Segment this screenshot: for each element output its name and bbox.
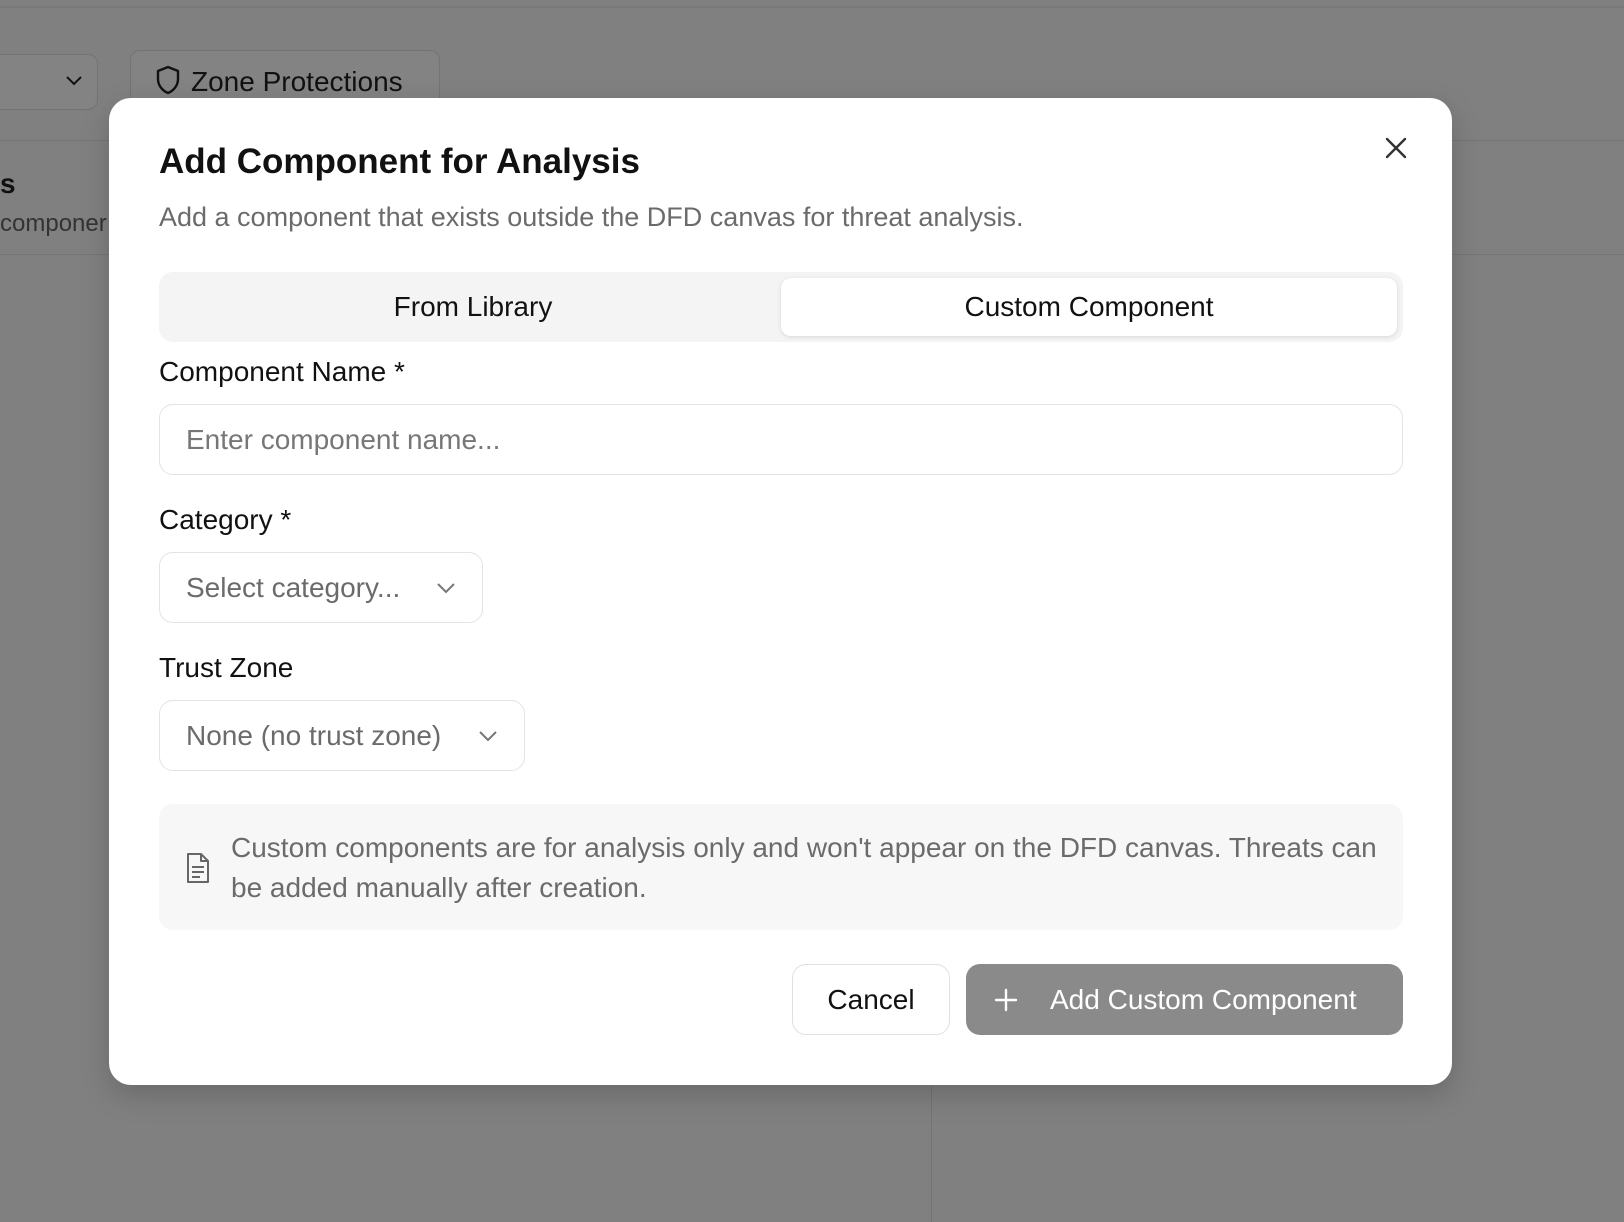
dialog-title: Add Component for Analysis bbox=[159, 142, 640, 181]
add-component-dialog: Add Component for Analysis Add a compone… bbox=[109, 98, 1452, 1085]
category-label: Category * bbox=[159, 504, 292, 535]
top-divider bbox=[0, 6, 1624, 8]
tab-from-library[interactable]: From Library bbox=[165, 278, 781, 336]
chevron-down-icon bbox=[66, 76, 82, 86]
chevron-down-icon bbox=[437, 582, 455, 593]
background-dropdown bbox=[0, 54, 98, 110]
background-heading: s bbox=[0, 168, 16, 199]
chevron-down-icon bbox=[479, 730, 497, 741]
dialog-subtitle: Add a component that exists outside the … bbox=[159, 202, 1024, 232]
plus-icon bbox=[994, 988, 1018, 1012]
tab-custom-component[interactable]: Custom Component bbox=[781, 278, 1397, 336]
info-text: Custom components are for analysis only … bbox=[231, 832, 1377, 903]
document-icon bbox=[187, 853, 209, 883]
category-select[interactable]: Select category... bbox=[159, 552, 483, 623]
trust-zone-label: Trust Zone bbox=[159, 652, 294, 683]
trust-zone-select-value: None (no trust zone) bbox=[186, 719, 442, 751]
category-select-value: Select category... bbox=[186, 571, 401, 603]
component-name-label: Component Name * bbox=[159, 356, 405, 387]
divider bbox=[931, 1080, 932, 1222]
background-subtext: componer bbox=[0, 210, 107, 237]
component-name-input[interactable] bbox=[159, 404, 1403, 475]
add-custom-component-button[interactable]: Add Custom Component bbox=[966, 964, 1403, 1035]
trust-zone-select[interactable]: None (no trust zone) bbox=[159, 700, 525, 771]
add-button-label: Add Custom Component bbox=[1050, 983, 1357, 1015]
close-icon bbox=[1385, 137, 1407, 159]
close-button[interactable] bbox=[1380, 132, 1412, 164]
component-source-tabs: From Library Custom Component bbox=[159, 272, 1403, 342]
cancel-button[interactable]: Cancel bbox=[792, 964, 950, 1035]
info-callout: Custom components are for analysis only … bbox=[159, 804, 1403, 930]
zone-protections-label: Zone Protections bbox=[191, 66, 403, 97]
shield-icon bbox=[156, 65, 180, 95]
